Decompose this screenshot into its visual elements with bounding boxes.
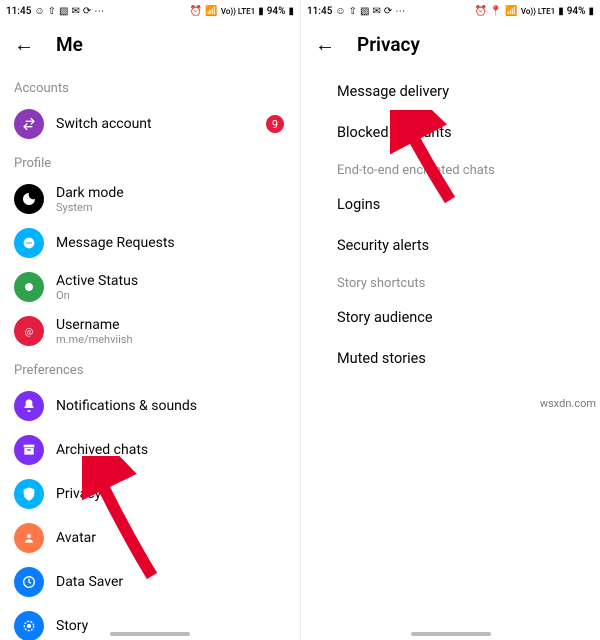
sync-icon: ⟳ xyxy=(384,6,392,17)
row-title: Dark mode xyxy=(56,185,286,201)
nav-indicator[interactable] xyxy=(411,632,491,636)
net-label: Vo)) LTE1 xyxy=(221,7,255,16)
row-title: Data Saver xyxy=(56,574,286,590)
data-saver-row[interactable]: Data Saver xyxy=(0,560,300,604)
status-bar: 11:45 ☺ ⇧ ▧ ✉ ⟳ ⋯ ⏰ 📶 Vo)) LTE1 ▮ 94% ▮ xyxy=(0,0,300,22)
archived-chats-row[interactable]: Archived chats xyxy=(0,428,300,472)
status-bar: 11:45 ☺ ⇧ ▧ ✉ ⟳ ⋯ ⏰ 📍 📶 Vo)) LTE1 ▮ 94% … xyxy=(301,0,600,22)
header: ← Privacy xyxy=(301,22,600,71)
upload-icon: ⇧ xyxy=(48,6,56,17)
signal-icon: ▮ xyxy=(258,6,264,17)
page-title: Me xyxy=(56,33,83,56)
story-audience-row[interactable]: Story audience xyxy=(301,297,600,338)
chat-icon xyxy=(14,228,44,258)
shield-icon xyxy=(14,479,44,509)
app-icon: ▧ xyxy=(360,6,369,17)
more-icon: ⋯ xyxy=(395,6,405,17)
row-title: Avatar xyxy=(56,530,286,546)
switch-account-icon xyxy=(14,109,44,139)
back-arrow-icon[interactable]: ← xyxy=(14,32,34,57)
row-title: Privacy xyxy=(56,486,286,502)
story-icon xyxy=(14,611,44,640)
notifications-row[interactable]: Notifications & sounds xyxy=(0,384,300,428)
nav-indicator[interactable] xyxy=(110,632,190,636)
me-settings-screen: 11:45 ☺ ⇧ ▧ ✉ ⟳ ⋯ ⏰ 📶 Vo)) LTE1 ▮ 94% ▮ … xyxy=(0,0,300,640)
data-saver-icon xyxy=(14,567,44,597)
more-icon: ⋯ xyxy=(94,6,104,17)
whatsapp-icon: ☺ xyxy=(335,6,345,17)
muted-stories-row[interactable]: Muted stories xyxy=(301,338,600,379)
username-row[interactable]: @ Usernamem.me/mehviish xyxy=(0,309,300,353)
battery-pct: 94% xyxy=(567,6,586,17)
back-arrow-icon[interactable]: ← xyxy=(315,32,335,57)
switch-account-row[interactable]: Switch account 9 xyxy=(0,102,300,146)
upload-icon: ⇧ xyxy=(349,6,357,17)
at-icon: @ xyxy=(14,316,44,346)
signal-icon: ▮ xyxy=(558,6,564,17)
message-delivery-row[interactable]: Message delivery xyxy=(301,71,600,112)
wifi-icon: 📶 xyxy=(505,6,517,17)
row-sub: m.me/mehviish xyxy=(56,333,286,346)
security-alerts-row[interactable]: Security alerts xyxy=(301,225,600,266)
logins-row[interactable]: Logins xyxy=(301,184,600,225)
clock: 11:45 xyxy=(6,6,31,17)
section-profile: Profile xyxy=(0,146,300,177)
mail-icon: ✉ xyxy=(71,6,79,17)
watermark: wsxdn.com xyxy=(540,397,596,410)
battery-icon: ▮ xyxy=(588,6,594,17)
moon-icon xyxy=(14,184,44,214)
section-preferences: Preferences xyxy=(0,353,300,384)
message-requests-row[interactable]: Message Requests xyxy=(0,221,300,265)
page-title: Privacy xyxy=(357,33,420,56)
badge-count: 9 xyxy=(266,115,284,133)
active-icon xyxy=(14,272,44,302)
net-label: Vo)) LTE1 xyxy=(521,7,555,16)
avatar-row[interactable]: Avatar xyxy=(0,516,300,560)
section-accounts: Accounts xyxy=(0,71,300,102)
active-status-row[interactable]: Active StatusOn xyxy=(0,265,300,309)
blocked-accounts-row[interactable]: Blocked accounts xyxy=(301,112,600,153)
sync-icon: ⟳ xyxy=(83,6,91,17)
app-icon: ▧ xyxy=(59,6,68,17)
row-sub: On xyxy=(56,289,286,302)
header: ← Me xyxy=(0,22,300,71)
bell-icon xyxy=(14,391,44,421)
mail-icon: ✉ xyxy=(372,6,380,17)
archive-icon xyxy=(14,435,44,465)
battery-pct: 94% xyxy=(267,6,286,17)
section-e2e: End-to-end encrypted chats xyxy=(301,153,600,184)
svg-text:@: @ xyxy=(25,326,33,337)
battery-icon: ▮ xyxy=(288,6,294,17)
alarm-icon: ⏰ xyxy=(474,6,486,17)
privacy-row[interactable]: Privacy xyxy=(0,472,300,516)
privacy-screen: 11:45 ☺ ⇧ ▧ ✉ ⟳ ⋯ ⏰ 📍 📶 Vo)) LTE1 ▮ 94% … xyxy=(300,0,600,640)
whatsapp-icon: ☺ xyxy=(34,6,44,17)
wifi-icon: 📶 xyxy=(205,6,217,17)
section-story-shortcuts: Story shortcuts xyxy=(301,266,600,297)
clock: 11:45 xyxy=(307,6,332,17)
alarm-icon: ⏰ xyxy=(190,6,202,17)
row-title: Username xyxy=(56,317,286,333)
dark-mode-row[interactable]: Dark modeSystem xyxy=(0,177,300,221)
row-title: Active Status xyxy=(56,273,286,289)
row-title: Switch account xyxy=(56,116,254,132)
row-title: Archived chats xyxy=(56,442,286,458)
row-title: Message Requests xyxy=(56,235,286,251)
row-title: Notifications & sounds xyxy=(56,398,286,414)
avatar-icon xyxy=(14,523,44,553)
row-sub: System xyxy=(56,201,286,214)
location-icon: 📍 xyxy=(490,6,502,17)
